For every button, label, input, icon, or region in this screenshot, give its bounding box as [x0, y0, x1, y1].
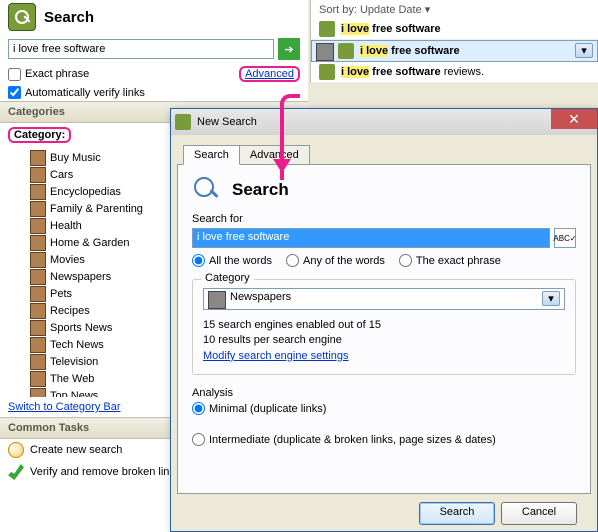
spellcheck-button[interactable]: ABC✓: [554, 228, 576, 248]
category-icon: [30, 269, 46, 285]
search-icon: [192, 175, 222, 205]
radio-minimal[interactable]: Minimal (duplicate links): [192, 402, 576, 415]
search-input[interactable]: [8, 39, 274, 59]
dialog-icon: [175, 114, 191, 130]
category-icon: [30, 320, 46, 336]
annotation-arrow: [280, 102, 284, 180]
result-icon: [338, 43, 354, 59]
category-icon: [30, 354, 46, 370]
results-info: 10 results per search engine: [203, 333, 565, 348]
category-icon: [30, 303, 46, 319]
auto-verify-label: Automatically verify links: [25, 87, 145, 99]
new-search-icon: [8, 442, 24, 458]
category-icon: [30, 337, 46, 353]
category-icon: [30, 150, 46, 166]
exact-phrase-checkbox[interactable]: [8, 68, 21, 81]
modify-engines-link[interactable]: Modify search engine settings: [203, 350, 349, 362]
search-result[interactable]: i love free software: [311, 19, 598, 40]
close-button[interactable]: ✕: [551, 109, 597, 129]
search-result[interactable]: i love free software: [311, 40, 598, 62]
auto-verify-checkbox[interactable]: [8, 86, 21, 99]
verify-icon: [8, 464, 24, 480]
category-label: Category:: [8, 127, 71, 143]
switch-category-bar-link[interactable]: Switch to Category Bar: [0, 397, 129, 417]
category-icon: [30, 184, 46, 200]
result-icon: [319, 21, 335, 37]
category-icon: [30, 388, 46, 398]
exact-phrase-label: Exact phrase: [25, 68, 89, 80]
search-result[interactable]: i love free software reviews.: [311, 62, 598, 83]
engines-info: 15 search engines enabled out of 15: [203, 318, 565, 333]
result-icon: [319, 64, 335, 80]
search-button[interactable]: Search: [419, 502, 495, 525]
dialog-search-title: Search: [232, 180, 289, 200]
category-select[interactable]: Newspapers: [203, 288, 565, 310]
category-icon: [30, 252, 46, 268]
radio-intermediate[interactable]: Intermediate (duplicate & broken links, …: [192, 433, 576, 446]
search-for-input[interactable]: i love free software: [192, 228, 550, 248]
category-icon: [30, 167, 46, 183]
category-icon: [30, 371, 46, 387]
category-icon: [30, 201, 46, 217]
go-button[interactable]: ➔: [278, 38, 300, 60]
cancel-button[interactable]: Cancel: [501, 502, 577, 525]
search-app-icon: [8, 3, 36, 31]
tab-search[interactable]: Search: [183, 145, 240, 165]
dialog-title: New Search: [197, 116, 257, 128]
radio-any-words[interactable]: Any of the words: [286, 254, 385, 267]
radio-exact-phrase[interactable]: The exact phrase: [399, 254, 501, 267]
new-search-dialog: New Search ✕ Search Advanced Search Sear…: [170, 108, 598, 532]
search-title: Search: [44, 9, 94, 26]
radio-all-words[interactable]: All the words: [192, 254, 272, 267]
category-icon: [30, 286, 46, 302]
search-for-label: Search for: [192, 213, 576, 225]
category-icon: [30, 235, 46, 251]
category-icon: [30, 218, 46, 234]
category-group-label: Category: [201, 272, 254, 284]
analysis-label: Analysis: [192, 387, 576, 399]
sort-by[interactable]: Sort by: Update Date ▾: [311, 0, 598, 19]
advanced-link[interactable]: Advanced: [245, 68, 294, 80]
